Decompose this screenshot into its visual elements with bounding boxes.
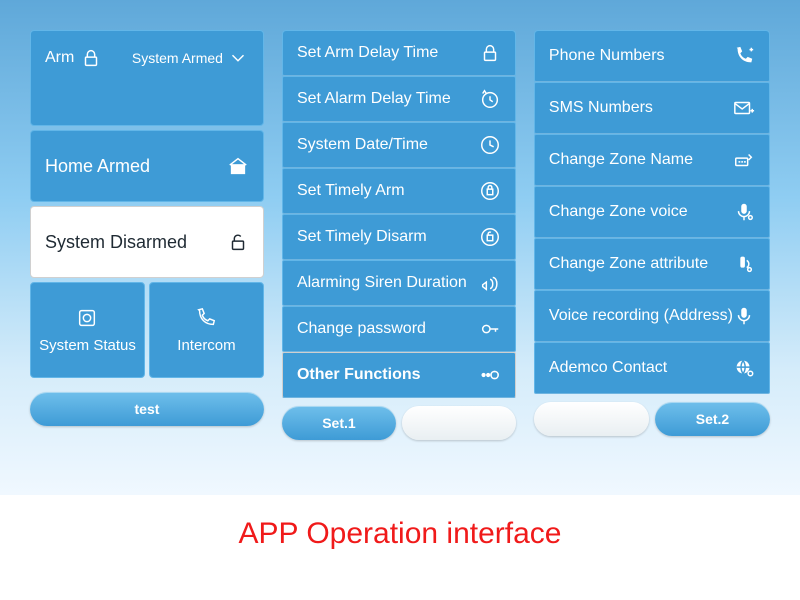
set-timely-arm[interactable]: Set Timely Arm xyxy=(282,168,516,214)
intercom-label: Intercom xyxy=(177,337,235,354)
column-middle: Set Arm Delay Time Set Alarm Delay Time … xyxy=(282,30,516,450)
change-zone-voice[interactable]: Change Zone voice xyxy=(534,186,770,238)
home-icon xyxy=(227,155,249,177)
set-alarm-delay-time[interactable]: Set Alarm Delay Time xyxy=(282,76,516,122)
phone-icon xyxy=(195,307,217,329)
app-screenshot: Arm System Armed Home Armed System Disar… xyxy=(0,0,800,495)
set2-pill[interactable]: Set.2 xyxy=(655,402,770,436)
lock-closed-icon xyxy=(80,47,102,69)
tile-label: Set Arm Delay Time xyxy=(297,44,438,62)
rename-icon xyxy=(733,149,755,171)
tile-label: Change Zone attribute xyxy=(549,255,708,273)
mic-icon xyxy=(733,305,755,327)
column-right: Phone Numbers SMS Numbers Change Zone Na… xyxy=(534,30,770,450)
tile-label: Alarming Siren Duration xyxy=(297,274,467,292)
key-icon xyxy=(479,318,501,340)
sms-numbers[interactable]: SMS Numbers xyxy=(534,82,770,134)
unlock-cycle-icon xyxy=(479,226,501,248)
set-arm-delay-time[interactable]: Set Arm Delay Time xyxy=(282,30,516,76)
set1-pill[interactable]: Set.1 xyxy=(282,406,396,440)
right-blank-pill[interactable] xyxy=(534,402,649,436)
system-disarmed-tile[interactable]: System Disarmed xyxy=(30,206,264,278)
clock-icon xyxy=(479,134,501,156)
set-timely-disarm[interactable]: Set Timely Disarm xyxy=(282,214,516,260)
system-status-label: System Status xyxy=(39,337,136,354)
tile-label: Set Timely Disarm xyxy=(297,228,427,246)
system-disarmed-label: System Disarmed xyxy=(45,232,187,253)
change-zone-attribute[interactable]: Change Zone attribute xyxy=(534,238,770,290)
mid-pillbar: Set.1 xyxy=(282,406,516,440)
tile-label: Change Zone Name xyxy=(549,151,693,169)
phone-numbers[interactable]: Phone Numbers xyxy=(534,30,770,82)
tile-label: Change password xyxy=(297,320,426,338)
home-armed-tile[interactable]: Home Armed xyxy=(30,130,264,202)
right-pillbar: Set.2 xyxy=(534,402,770,436)
intercom-button[interactable]: Intercom xyxy=(149,282,264,378)
voice-recording-address[interactable]: Voice recording (Address) xyxy=(534,290,770,342)
change-password[interactable]: Change password xyxy=(282,306,516,352)
home-armed-label: Home Armed xyxy=(45,156,150,177)
lock-cycle-icon xyxy=(479,180,501,202)
system-date-time[interactable]: System Date/Time xyxy=(282,122,516,168)
left-bottom-row: System Status Intercom xyxy=(30,282,264,378)
phone-add-icon xyxy=(733,45,755,67)
ademco-contact[interactable]: Ademco Contact xyxy=(534,342,770,394)
alarming-siren-duration[interactable]: Alarming Siren Duration xyxy=(282,260,516,306)
tile-label: SMS Numbers xyxy=(549,99,653,117)
more-gear-icon xyxy=(479,364,501,386)
sensor-icon xyxy=(733,253,755,275)
tile-label: System Date/Time xyxy=(297,136,428,154)
status-icon xyxy=(76,307,98,329)
tile-label: Phone Numbers xyxy=(549,47,665,65)
tile-label: Set Alarm Delay Time xyxy=(297,90,451,108)
mail-add-icon xyxy=(733,97,755,119)
system-status-button[interactable]: System Status xyxy=(30,282,145,378)
pill-label: Set.1 xyxy=(322,415,355,431)
tile-label: Ademco Contact xyxy=(549,359,667,377)
system-armed-label: System Armed xyxy=(132,50,223,66)
change-zone-name[interactable]: Change Zone Name xyxy=(534,134,770,186)
panels-row: Arm System Armed Home Armed System Disar… xyxy=(0,0,800,450)
other-functions[interactable]: Other Functions xyxy=(282,352,516,398)
column-left: Arm System Armed Home Armed System Disar… xyxy=(30,30,264,450)
lock-open-icon xyxy=(227,231,249,253)
clock-back-icon xyxy=(479,88,501,110)
mic-gear-icon xyxy=(733,201,755,223)
globe-gear-icon xyxy=(733,357,755,379)
siren-icon xyxy=(479,272,501,294)
caption: APP Operation interface xyxy=(0,517,800,551)
mid-blank-pill[interactable] xyxy=(402,406,516,440)
arm-label: Arm xyxy=(45,49,74,67)
chevron-down-icon xyxy=(227,47,249,69)
lock-closed-icon xyxy=(479,42,501,64)
tile-label: Other Functions xyxy=(297,366,421,384)
arm-tile[interactable]: Arm System Armed xyxy=(30,30,264,126)
test-pill[interactable]: test xyxy=(30,392,264,426)
test-pill-label: test xyxy=(135,401,160,417)
tile-label: Set Timely Arm xyxy=(297,182,405,200)
pill-label: Set.2 xyxy=(696,411,729,427)
tile-label: Voice recording (Address) xyxy=(549,307,733,325)
tile-label: Change Zone voice xyxy=(549,203,688,221)
